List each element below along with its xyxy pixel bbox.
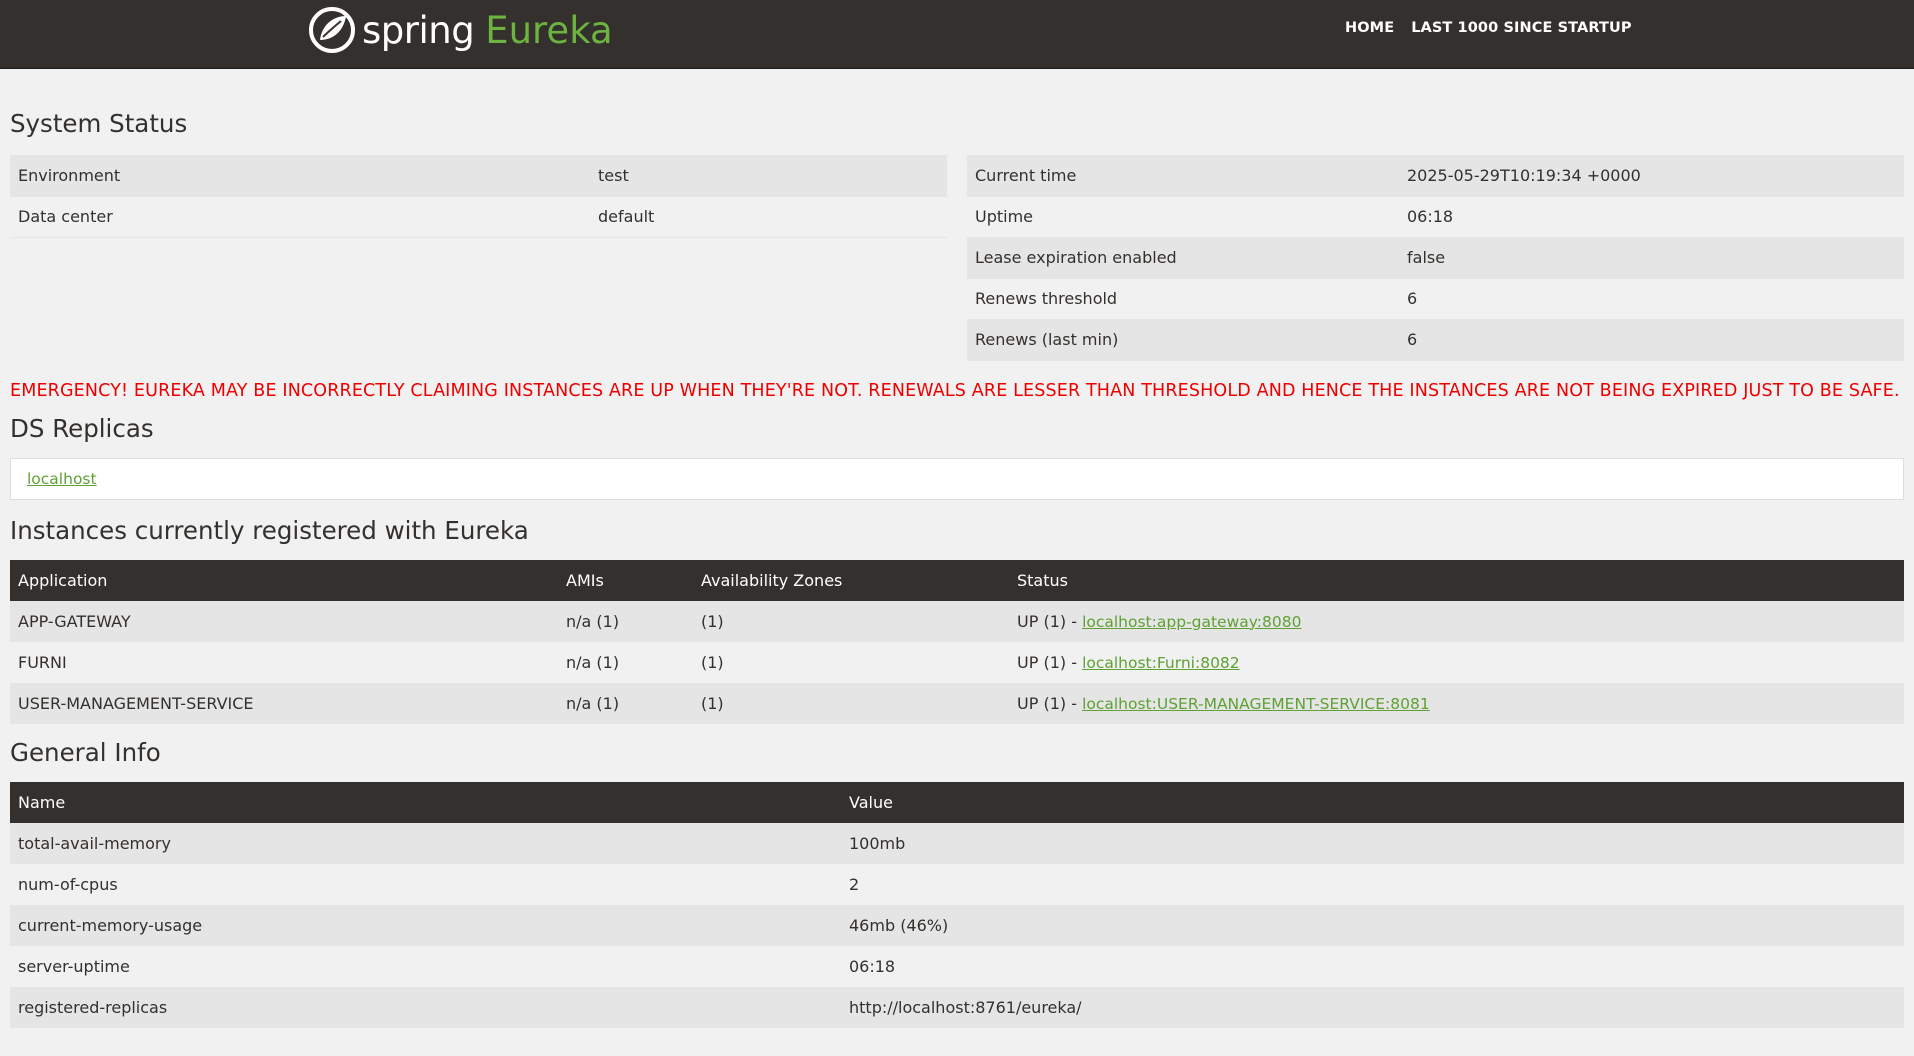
table-row: server-uptime 06:18 xyxy=(10,946,1904,987)
table-row: Current time 2025-05-29T10:19:34 +0000 xyxy=(967,155,1904,197)
status-cell: UP (1) - localhost:USER-MANAGEMENT-SERVI… xyxy=(1009,682,1904,724)
navbar: spring Eureka HOME LAST 1000 SINCE START… xyxy=(0,0,1914,69)
amis-value: n/a (1) xyxy=(558,600,693,642)
status-label: Environment xyxy=(10,155,590,197)
column-header-value: Value xyxy=(841,781,1904,823)
main-content: System Status Environment test Data cent… xyxy=(0,109,1914,1028)
general-info-title: General Info xyxy=(10,737,161,767)
instance-link[interactable]: localhost:app-gateway:8080 xyxy=(1082,613,1301,631)
ds-replicas-title: DS Replicas xyxy=(10,413,154,443)
status-value: default xyxy=(590,196,947,238)
table-row: current-memory-usage 46mb (46%) xyxy=(10,904,1904,946)
status-value: 2025-05-29T10:19:34 +0000 xyxy=(1399,155,1904,197)
column-header-availability-zones: Availability Zones xyxy=(693,559,1009,601)
spring-leaf-icon xyxy=(309,7,355,53)
nav-home-link[interactable]: HOME xyxy=(1345,20,1394,36)
status-label: Current time xyxy=(967,155,1399,197)
status-value: 6 xyxy=(1399,319,1904,361)
status-cell: UP (1) - localhost:app-gateway:8080 xyxy=(1009,600,1904,642)
info-name: num-of-cpus xyxy=(18,874,118,894)
instance-link[interactable]: localhost:USER-MANAGEMENT-SERVICE:8081 xyxy=(1082,695,1430,713)
column-header-name: Name xyxy=(10,781,841,823)
status-label: Renews (last min) xyxy=(967,319,1399,361)
system-status-left-table: Environment test Data center default xyxy=(10,155,947,238)
status-label: Uptime xyxy=(967,196,1399,238)
info-value: 2 xyxy=(849,874,860,894)
status-value: 6 xyxy=(1399,278,1904,320)
column-header-status: Status xyxy=(1009,559,1904,601)
table-row: Data center default xyxy=(10,196,947,238)
brand-logo[interactable]: spring Eureka xyxy=(308,6,613,54)
column-header-application: Application xyxy=(10,559,558,601)
brand-spring-text: spring xyxy=(362,8,475,52)
column-header-amis: AMIs xyxy=(558,559,693,601)
replica-link-localhost[interactable]: localhost xyxy=(27,470,97,488)
table-row: USER-MANAGEMENT-SERVICE n/a (1) (1) UP (… xyxy=(10,682,1904,724)
info-value: http://localhost:8761/eureka/ xyxy=(841,986,1904,1028)
zones-value: (1) xyxy=(693,682,1009,724)
application-name: APP-GATEWAY xyxy=(10,600,558,642)
info-value: 100mb xyxy=(841,822,1904,864)
status-prefix: UP (1) - xyxy=(1017,652,1083,672)
info-value: 06:18 xyxy=(849,956,896,976)
info-name: total-avail-memory xyxy=(10,822,841,864)
zones-value: (1) xyxy=(693,600,1009,642)
nav-last-1000-link[interactable]: LAST 1000 SINCE STARTUP xyxy=(1411,20,1631,36)
table-row: Renews (last min) 6 xyxy=(967,319,1904,361)
system-status-title: System Status xyxy=(10,109,188,138)
table-row: Lease expiration enabled false xyxy=(967,237,1904,279)
application-name: USER-MANAGEMENT-SERVICE xyxy=(10,682,558,724)
info-name: server-uptime xyxy=(18,956,130,976)
zones-value: (1) xyxy=(701,652,724,672)
table-row: APP-GATEWAY n/a (1) (1) UP (1) - localho… xyxy=(10,600,1904,642)
system-status-right-table: Current time 2025-05-29T10:19:34 +0000 U… xyxy=(967,155,1904,361)
emergency-warning: EMERGENCY! EUREKA MAY BE INCORRECTLY CLA… xyxy=(10,380,1900,401)
status-prefix: UP (1) - xyxy=(1017,611,1083,631)
info-name: registered-replicas xyxy=(10,986,841,1028)
nav-links: HOME LAST 1000 SINCE STARTUP xyxy=(1345,20,1649,36)
status-label: Renews threshold xyxy=(967,278,1399,320)
amis-value: n/a (1) xyxy=(558,682,693,724)
table-row: Renews threshold 6 xyxy=(967,278,1904,320)
system-status-left: Environment test Data center default xyxy=(10,155,947,361)
table-row: FURNI n/a (1) (1) UP (1) - localhost:Fur… xyxy=(10,642,1904,683)
instance-link[interactable]: localhost:Furni:8082 xyxy=(1082,654,1240,672)
system-status-section: Environment test Data center default Cur… xyxy=(10,155,1904,361)
system-status-right: Current time 2025-05-29T10:19:34 +0000 U… xyxy=(967,155,1904,361)
table-row: total-avail-memory 100mb xyxy=(10,822,1904,864)
status-prefix: UP (1) - xyxy=(1017,693,1083,713)
status-value: false xyxy=(1399,237,1904,279)
table-row: num-of-cpus 2 xyxy=(10,864,1904,905)
table-row: registered-replicas http://localhost:876… xyxy=(10,986,1904,1028)
status-value: 06:18 xyxy=(1399,196,1904,238)
table-header-row: Application AMIs Availability Zones Stat… xyxy=(10,559,1904,601)
application-name: FURNI xyxy=(18,652,67,672)
ds-replicas-list: localhost xyxy=(10,457,1904,500)
table-row: Uptime 06:18 xyxy=(967,196,1904,238)
status-label: Lease expiration enabled xyxy=(967,237,1399,279)
general-info-table: Name Value total-avail-memory 100mb num-… xyxy=(10,781,1904,1028)
brand-eureka-text: Eureka xyxy=(485,8,613,52)
amis-value: n/a (1) xyxy=(566,652,620,672)
instances-table: Application AMIs Availability Zones Stat… xyxy=(10,559,1904,724)
info-value: 46mb (46%) xyxy=(841,904,1904,946)
status-label: Data center xyxy=(10,196,590,238)
status-cell: UP (1) - localhost:Furni:8082 xyxy=(1009,642,1904,683)
instances-title: Instances currently registered with Eure… xyxy=(10,515,529,545)
table-header-row: Name Value xyxy=(10,781,1904,823)
table-row: Environment test xyxy=(10,155,947,197)
status-value: test xyxy=(590,155,947,197)
info-name: current-memory-usage xyxy=(10,904,841,946)
